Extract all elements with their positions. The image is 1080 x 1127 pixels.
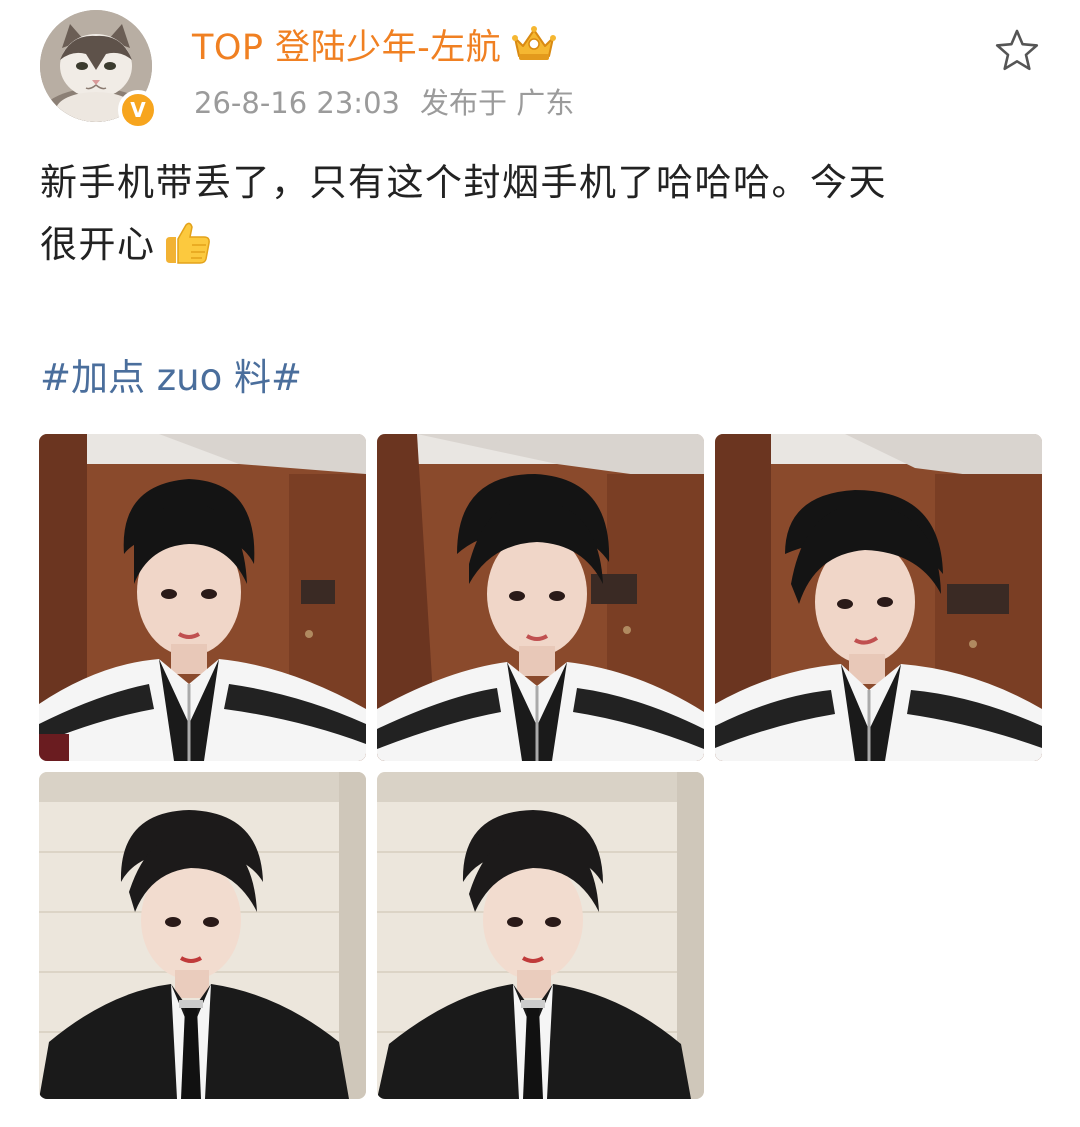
post-photo-1[interactable] xyxy=(39,434,366,761)
post-text-line-2: 很开心 xyxy=(40,214,1040,276)
author-row: TOP 登陆少年-左航 xyxy=(192,20,557,68)
post-photo-2[interactable] xyxy=(377,434,704,761)
post-photo-4[interactable] xyxy=(39,772,366,1099)
author-name[interactable]: TOP 登陆少年-左航 xyxy=(192,19,501,70)
hashtag-link[interactable]: #加点 zuo 料# xyxy=(40,347,302,401)
thumbs-up-emoji-icon xyxy=(165,222,210,264)
author-avatar[interactable]: V xyxy=(40,10,158,130)
crown-badge-icon[interactable] xyxy=(511,24,557,64)
post-text-line-1: 新手机带丢了，只有这个封烟手机了哈哈哈。今天 xyxy=(40,161,887,204)
post-photo-3[interactable] xyxy=(715,434,1042,761)
post-text: 新手机带丢了，只有这个封烟手机了哈哈哈。今天 很开心 xyxy=(40,152,1040,276)
post-text-line-2-text: 很开心 xyxy=(40,223,156,266)
post-timestamp: 26-8-16 23:03 xyxy=(194,86,400,120)
post-photo-5[interactable] xyxy=(377,772,704,1099)
post-location: 发布于 广东 xyxy=(419,86,575,120)
verified-badge-icon: V xyxy=(118,90,158,130)
star-outline-icon[interactable] xyxy=(992,26,1042,76)
post-meta: 26-8-16 23:03 发布于 广东 xyxy=(194,80,574,122)
